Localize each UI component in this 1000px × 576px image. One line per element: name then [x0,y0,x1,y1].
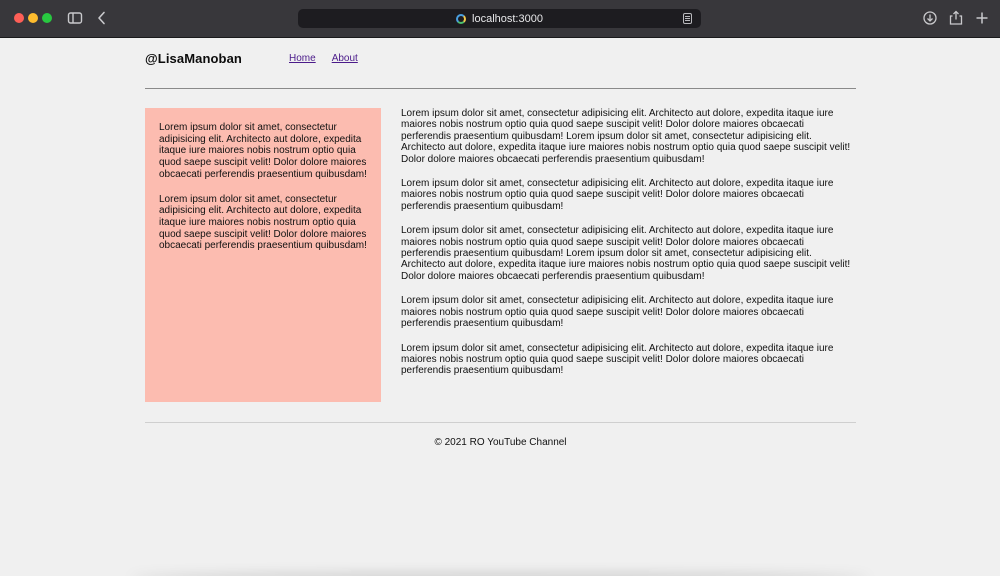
chevron-left-icon[interactable] [93,9,111,27]
main-nav: Home About [289,53,358,64]
content-paragraph: Lorem ipsum dolor sit amet, consectetur … [401,178,834,212]
content-paragraph: Lorem ipsum dolor sit amet, consectetur … [401,225,851,282]
url-text: localhost:3000 [472,12,543,25]
content-paragraph: Lorem ipsum dolor sit amet, consectetur … [401,342,834,377]
zoom-window-button[interactable] [42,13,52,23]
nav-link-home[interactable]: Home [289,53,316,64]
site-logo: @LisaManoban [145,51,242,66]
main-content: Lorem ipsum dolor sit amet, consectetur … [401,108,856,390]
sidebar-icon[interactable] [66,9,84,27]
content-paragraph: Lorem ipsum dolor sit amet, consectetur … [401,295,834,330]
site-footer: © 2021 RO YouTube Channel [145,422,856,463]
site-favicon-icon [456,13,467,24]
footer-copyright: © 2021 RO YouTube Channel [434,437,567,448]
plus-icon[interactable] [973,9,991,27]
sidebar-paragraph: Lorem ipsum dolor sit amet, consectetur … [159,122,367,180]
browser-toolbar: localhost:3000 [0,0,1000,38]
sidebar-panel: Lorem ipsum dolor sit amet, consectetur … [145,108,381,402]
minimize-window-button[interactable] [28,13,38,23]
web-page: @LisaManoban Home About Lorem ipsum dolo… [0,38,1000,576]
share-icon[interactable] [947,9,965,27]
close-window-button[interactable] [14,13,24,23]
browser-window: localhost:3000 @LisaManoban Home About L… [0,0,1000,576]
content-paragraph: Lorem ipsum dolor sit amet, consectetur … [401,108,851,165]
download-icon[interactable] [921,9,939,27]
reader-icon[interactable] [683,13,692,24]
address-bar[interactable]: localhost:3000 [298,9,701,28]
nav-link-about[interactable]: About [332,53,358,64]
sidebar-paragraph: Lorem ipsum dolor sit amet, consectetur … [159,193,367,252]
site-header: @LisaManoban Home About [145,38,856,89]
